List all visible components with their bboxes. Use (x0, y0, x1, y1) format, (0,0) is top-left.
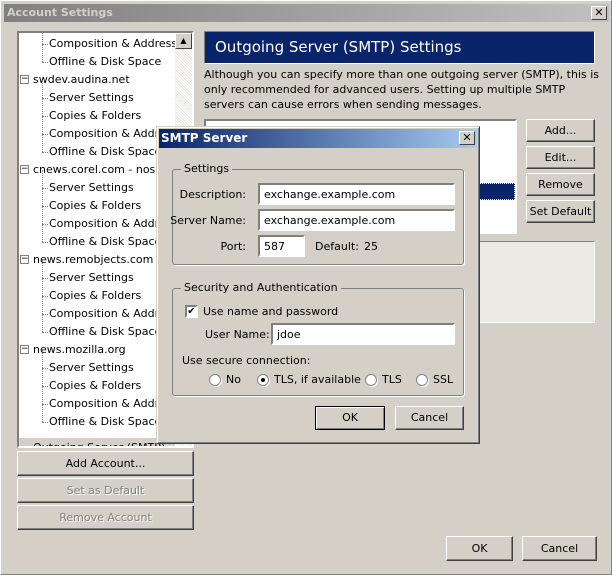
tree-connector (42, 368, 43, 386)
add-account-button[interactable]: Add Account... (17, 451, 194, 476)
tree-item[interactable]: Offline & Disk Space (49, 323, 161, 341)
tree-item[interactable]: Server Settings (49, 179, 134, 197)
smtp-server-dialog: SMTP Server ✕ Settings Description: exch… (156, 126, 480, 444)
page-title: Outgoing Server (SMTP) Settings (204, 31, 595, 64)
radio-label[interactable]: No (226, 373, 241, 386)
tree-account[interactable]: swdev.audina.net (33, 71, 130, 89)
tree-connector (42, 224, 43, 242)
tree-item[interactable]: Offline & Disk Space (49, 233, 161, 251)
tree-connector (42, 422, 48, 423)
tree-item[interactable]: Copies & Folders (49, 287, 141, 305)
tree-connector (42, 332, 48, 333)
tree-item[interactable]: Server Settings (49, 269, 134, 287)
tree-connector (42, 98, 43, 116)
dialog-title: SMTP Server (161, 131, 248, 145)
use-name-checkbox[interactable]: ✔ (185, 305, 198, 318)
server-name-input[interactable]: exchange.example.com (258, 209, 455, 231)
tree-connector (42, 170, 43, 188)
tree-connector (42, 33, 43, 44)
tree-item[interactable]: Copies & Folders (49, 377, 141, 395)
description-label: Description: (179, 188, 246, 201)
window-titlebar: Account Settings ✕ (4, 4, 609, 22)
tree-connector (42, 80, 43, 98)
edit-server-button[interactable]: Edit... (526, 146, 595, 169)
security-legend: Security and Authentication (181, 281, 341, 294)
tree-connector (42, 44, 43, 62)
dialog-close-icon[interactable]: ✕ (459, 131, 475, 145)
tree-connector (42, 62, 48, 63)
tree-item[interactable]: Offline & Disk Space (49, 413, 161, 431)
default-port-label: Default: (315, 240, 359, 253)
tree-connector (42, 350, 43, 368)
tree-account[interactable]: news.remobjects.com (33, 251, 153, 269)
collapse-icon[interactable]: − (20, 345, 29, 354)
add-server-button[interactable]: Add... (526, 119, 595, 142)
dialog-cancel-button[interactable]: Cancel (395, 406, 464, 430)
tree-connector (42, 206, 43, 224)
port-input[interactable]: 587 (258, 235, 305, 257)
tree-connector (42, 386, 43, 404)
window-title: Account Settings (7, 6, 113, 19)
tree-item[interactable]: Copies & Folders (49, 107, 141, 125)
remove-server-button[interactable]: Remove (526, 173, 595, 196)
secure-connection-label: Use secure connection: (182, 354, 311, 367)
tree-connector (42, 116, 43, 134)
radio-button[interactable] (209, 374, 221, 386)
username-input[interactable]: jdoe (271, 323, 455, 345)
default-port-value: 25 (364, 240, 378, 253)
tree-item[interactable]: Composition & Addressing (49, 35, 192, 53)
scroll-up-arrow-icon[interactable]: ▲ (175, 33, 192, 49)
tree-item[interactable]: Server Settings (49, 359, 134, 377)
tree-connector (42, 134, 43, 152)
ok-button[interactable]: OK (446, 536, 513, 561)
tree-connector (42, 260, 43, 278)
description-input[interactable]: exchange.example.com (258, 183, 455, 205)
radio-button[interactable] (257, 374, 269, 386)
close-icon[interactable]: ✕ (591, 6, 607, 20)
tree-connector (42, 188, 43, 206)
radio-button[interactable] (416, 374, 428, 386)
radio-label[interactable]: TLS, if available (274, 373, 361, 386)
smtp-description: Although you can specify more than one o… (204, 68, 600, 111)
tree-item[interactable]: Server Settings (49, 89, 134, 107)
tree-account[interactable]: news.mozilla.org (33, 341, 126, 359)
port-label: Port: (220, 240, 246, 253)
tree-item[interactable]: Copies & Folders (49, 197, 141, 215)
dialog-titlebar: SMTP Server ✕ (159, 129, 477, 148)
tree-connector (42, 278, 43, 296)
tree-item-outgoing-server[interactable]: Outgoing Server (SMTP) (19, 438, 176, 446)
radio-button[interactable] (365, 374, 377, 386)
use-name-label[interactable]: Use name and password (203, 305, 338, 318)
dialog-ok-button[interactable]: OK (315, 406, 385, 430)
radio-label[interactable]: SSL (433, 373, 453, 386)
server-name-label: Server Name: (170, 214, 246, 227)
cancel-button[interactable]: Cancel (522, 536, 597, 561)
collapse-icon[interactable]: − (20, 255, 29, 264)
tree-connector (42, 152, 48, 153)
remove-account-button[interactable]: Remove Account (17, 505, 194, 530)
set-default-server-button[interactable]: Set Default (526, 200, 595, 223)
tree-item[interactable]: Offline & Disk Space (49, 53, 161, 71)
tree-connector (42, 242, 48, 243)
account-settings-window: Account Settings ✕ Composition & Address… (0, 0, 612, 575)
settings-legend: Settings (181, 162, 233, 175)
tree-connector (42, 296, 43, 314)
tree-item[interactable]: Offline & Disk Space (49, 143, 161, 161)
radio-label[interactable]: TLS (382, 373, 402, 386)
collapse-icon[interactable]: − (20, 165, 29, 174)
checkmark-icon: ✔ (187, 306, 196, 317)
tree-connector (42, 314, 43, 332)
username-label: User Name: (205, 328, 270, 341)
set-as-default-button[interactable]: Set as Default (17, 478, 194, 503)
tree-connector (42, 404, 43, 422)
collapse-icon[interactable]: − (20, 75, 29, 84)
